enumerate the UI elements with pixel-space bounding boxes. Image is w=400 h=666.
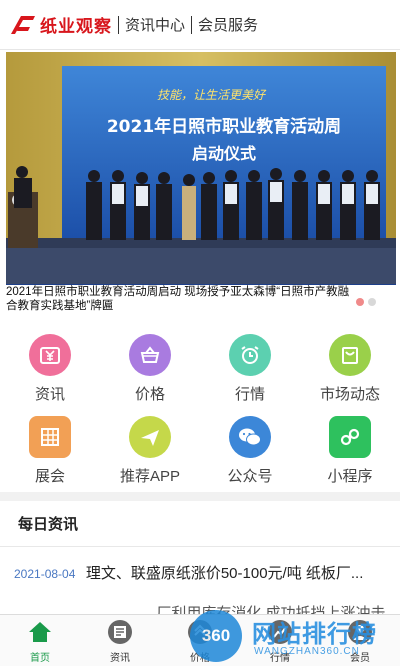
grid-item-recommend-app[interactable]: 推荐APP — [100, 416, 200, 486]
wechat-icon — [229, 416, 271, 458]
grid-item-mini-program[interactable]: 小程序 — [300, 416, 400, 486]
nav-link-news-center[interactable]: 资讯中心 — [125, 14, 185, 35]
logo-text[interactable]: 纸业观察 — [40, 12, 112, 37]
nav-divider — [118, 15, 119, 34]
grid-item-news[interactable]: 资讯 — [0, 334, 100, 404]
category-grid: 资讯 价格 行情 市场动态 展会 推荐APP 公众号 小程序 — [0, 330, 400, 490]
mini-program-icon — [329, 416, 371, 458]
grid-label: 市场动态 — [319, 386, 380, 403]
grid-label: 展会 — [34, 468, 65, 485]
banner-stage-subtitle: 启动仪式 — [192, 144, 256, 163]
grid-item-market-trends[interactable]: 市场动态 — [300, 334, 400, 404]
grid-label: 行情 — [234, 386, 265, 403]
tab-label: 首页 — [30, 653, 50, 664]
top-header: 纸业观察 资讯中心 会员服务 — [0, 0, 400, 50]
watermark-overlay: 360 网站排行榜 WANGZHAN360.CN — [190, 608, 400, 666]
watermark-subtext: WANGZHAN360.CN — [254, 646, 360, 657]
grid-label: 资讯 — [34, 386, 65, 403]
daily-news-title: 每日资讯 — [18, 516, 79, 533]
news-divider — [0, 546, 400, 547]
banner-slogan: 技能，让生活更美好 — [157, 88, 267, 102]
logo-icon[interactable] — [8, 12, 38, 38]
banner-stage-title: 2021年日照市职业教育活动周 — [107, 116, 341, 137]
grid-item-market[interactable]: 行情 — [200, 334, 300, 404]
tab-label: 资讯 — [110, 653, 130, 664]
basket-icon — [129, 334, 171, 376]
banner-photo[interactable]: 技能，让生活更美好 2021年日照市职业教育活动周 启动仪式 — [6, 52, 396, 284]
news-headline: 理文、联盛原纸涨价50-100元/吨 纸板厂... — [85, 565, 364, 582]
news-date: 2021-08-04 — [14, 567, 76, 581]
carousel-dot[interactable] — [368, 298, 376, 306]
alarm-clock-icon — [229, 334, 271, 376]
carousel-dot-active[interactable] — [356, 298, 364, 306]
news-item[interactable]: 2021-08-04 理文、联盛原纸涨价50-100元/吨 纸板厂... — [14, 562, 400, 583]
tab-news[interactable]: 资讯 — [80, 619, 160, 664]
home-icon — [27, 619, 53, 645]
banner-carousel[interactable]: 技能，让生活更美好 2021年日照市职业教育活动周 启动仪式 2021年日照市职… — [6, 52, 396, 314]
watermark-text: 网站排行榜 — [252, 621, 377, 648]
newspaper-icon — [107, 619, 133, 645]
grid-item-price[interactable]: 价格 — [100, 334, 200, 404]
watermark-360-badge: 360 — [190, 610, 242, 662]
bag-icon — [329, 334, 371, 376]
nav-divider — [191, 15, 193, 34]
yen-icon — [29, 334, 71, 376]
grid-label: 公众号 — [227, 468, 273, 485]
section-divider — [0, 492, 400, 501]
banner-caption[interactable]: 2021年日照市职业教育活动周启动 现场授予亚太森博“日照市产教融合教育实践基地… — [6, 285, 396, 314]
grid-item-official-account[interactable]: 公众号 — [200, 416, 300, 486]
grid-item-exhibition[interactable]: 展会 — [0, 416, 100, 486]
grid-label: 小程序 — [327, 468, 373, 485]
grid-label: 价格 — [134, 386, 165, 403]
grid-label: 推荐APP — [119, 468, 180, 485]
airplane-icon — [129, 416, 171, 458]
nav-link-member-service[interactable]: 会员服务 — [198, 14, 258, 35]
building-icon — [29, 416, 71, 458]
tab-home[interactable]: 首页 — [0, 619, 80, 664]
